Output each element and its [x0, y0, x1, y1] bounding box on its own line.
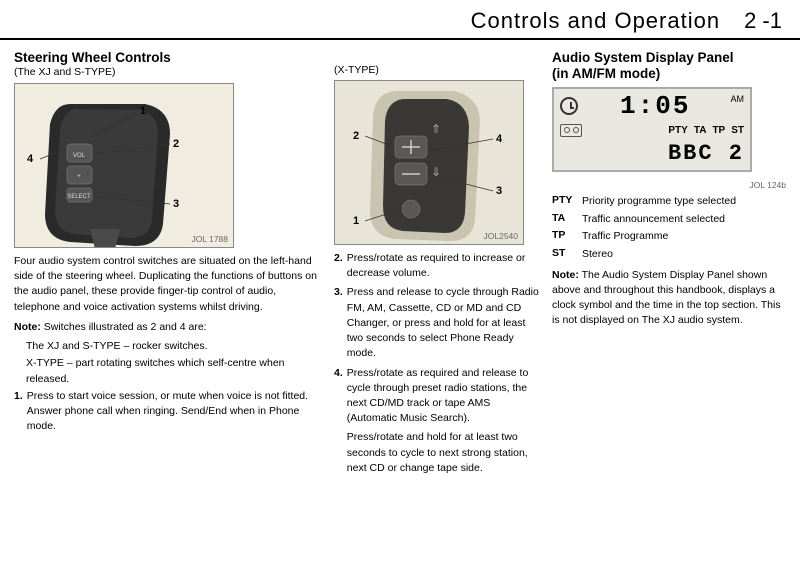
indent2: X-TYPE – part rotating switches which se… [26, 356, 324, 386]
note-text-content: Switches illustrated as 2 and 4 are: [44, 321, 207, 333]
def-row-tp: TP Traffic Programme [552, 229, 786, 244]
cassette-circle-right [573, 127, 579, 133]
def-row-ta: TA Traffic announcement selected [552, 212, 786, 227]
numbered-list-mid: 2. Press/rotate as required to increase … [334, 251, 542, 476]
tp-display: TP [712, 125, 725, 136]
st-display: ST [731, 125, 744, 136]
item-extra-text: Press/rotate and hold for at least two s… [347, 430, 542, 476]
item4-num: 4. [334, 366, 343, 427]
list-item-1: 1. Press to start voice session, or mute… [14, 389, 324, 435]
left-column: Steering Wheel Controls (The XJ and S-TY… [14, 50, 324, 480]
time-display: 1:05 [582, 93, 729, 119]
def-val-tp: Traffic Programme [582, 229, 668, 244]
clock-icon [560, 97, 578, 115]
xtype-diagram: ⇑ ⇓ 2 4 3 1 JOL2540 [334, 80, 524, 245]
steering-wheel-svg: VOL + SELECT 1 2 3 4 [15, 84, 234, 248]
page-header: Controls and Operation 2 -1 [0, 0, 800, 40]
svg-text:2: 2 [353, 130, 359, 142]
right-note-text: The Audio System Display Panel shown abo… [552, 269, 781, 327]
mid-jol-label: JOL2540 [484, 231, 519, 241]
cassette-circle-left [564, 127, 570, 133]
audio-display-panel: 1:05 AM PTY TA TP ST BBC 2 [552, 87, 752, 172]
page-title: Controls and Operation [471, 8, 720, 34]
channel-display: BBC 2 [668, 141, 744, 166]
item2-text: Press/rotate as required to increase or … [347, 251, 542, 281]
pty-display: PTY [668, 125, 687, 136]
right-note: Note: The Audio System Display Panel sho… [552, 268, 786, 329]
middle-column: (X-TYPE) ⇑ ⇓ [334, 50, 542, 480]
list-item-2: 2. Press/rotate as required to increase … [334, 251, 542, 281]
item1-num: 1. [14, 389, 23, 435]
display-row2: PTY TA TP ST [560, 124, 744, 137]
def-val-pty: Priority programme type selected [582, 194, 736, 209]
display-row3: BBC 2 [560, 141, 744, 166]
list-item-4: 4. Press/rotate as required and release … [334, 366, 542, 427]
note-bold-label: Note: [14, 321, 41, 333]
def-key-st: ST [552, 247, 582, 259]
item2-num: 2. [334, 251, 343, 281]
mid-spacer [334, 50, 542, 64]
def-val-st: Stereo [582, 247, 613, 262]
left-note: Note: Switches illustrated as 2 and 4 ar… [14, 320, 324, 335]
def-key-pty: PTY [552, 194, 582, 206]
ta-display: TA [694, 125, 707, 136]
svg-text:4: 4 [496, 133, 503, 145]
main-content: Steering Wheel Controls (The XJ and S-TY… [0, 40, 800, 488]
right-section-title2: (in AM/FM mode) [552, 66, 786, 81]
right-column: Audio System Display Panel (in AM/FM mod… [552, 50, 786, 480]
left-jol-label: JOL 1788 [191, 234, 228, 244]
def-row-st: ST Stereo [552, 247, 786, 262]
page-number: 2 -1 [744, 8, 782, 34]
left-body-text: Four audio system control switches are s… [14, 254, 324, 315]
left-section-subtitle: (The XJ and S-TYPE) [14, 66, 324, 78]
svg-text:1: 1 [353, 215, 359, 227]
svg-text:3: 3 [173, 198, 179, 210]
list-item-3: 3. Press and release to cycle through Ra… [334, 285, 542, 361]
xtype-svg: ⇑ ⇓ 2 4 3 1 [335, 81, 524, 245]
def-key-tp: TP [552, 229, 582, 241]
item3-num: 3. [334, 285, 343, 361]
item3-text: Press and release to cycle through Radio… [347, 285, 542, 361]
svg-text:⇑: ⇑ [431, 122, 441, 136]
right-section-title: Audio System Display Panel [552, 50, 786, 65]
list-item-extra: Press/rotate and hold for at least two s… [334, 430, 542, 476]
right-note-label: Note: [552, 269, 579, 281]
item-extra-num [334, 430, 343, 476]
item1-text: Press to start voice session, or mute wh… [27, 389, 324, 435]
cassette-icon [560, 124, 582, 137]
svg-text:2: 2 [173, 138, 179, 150]
svg-text:SELECT: SELECT [67, 194, 91, 200]
def-key-ta: TA [552, 212, 582, 224]
definitions-table: PTY Priority programme type selected TA … [552, 194, 786, 262]
item4-text: Press/rotate as required and release to … [347, 366, 542, 427]
def-val-ta: Traffic announcement selected [582, 212, 725, 227]
svg-text:3: 3 [496, 185, 502, 197]
indent1: The XJ and S-TYPE – rocker switches. [26, 339, 324, 354]
svg-text:1: 1 [140, 105, 146, 117]
steering-wheel-diagram: VOL + SELECT 1 2 3 4 JOL 1788 [14, 83, 234, 248]
numbered-list: 1. Press to start voice session, or mute… [14, 389, 324, 435]
right-jol-label: JOL 124b [552, 180, 786, 190]
svg-text:4: 4 [27, 153, 34, 165]
pty-ta-tp-st-labels: PTY TA TP ST [668, 125, 744, 136]
xtype-label: (X-TYPE) [334, 64, 542, 76]
def-row-pty: PTY Priority programme type selected [552, 194, 786, 209]
am-label: AM [731, 94, 745, 104]
left-section-title: Steering Wheel Controls [14, 50, 324, 65]
svg-text:+: + [77, 174, 81, 180]
display-row1: 1:05 AM [560, 93, 744, 119]
svg-text:VOL: VOL [73, 153, 86, 159]
